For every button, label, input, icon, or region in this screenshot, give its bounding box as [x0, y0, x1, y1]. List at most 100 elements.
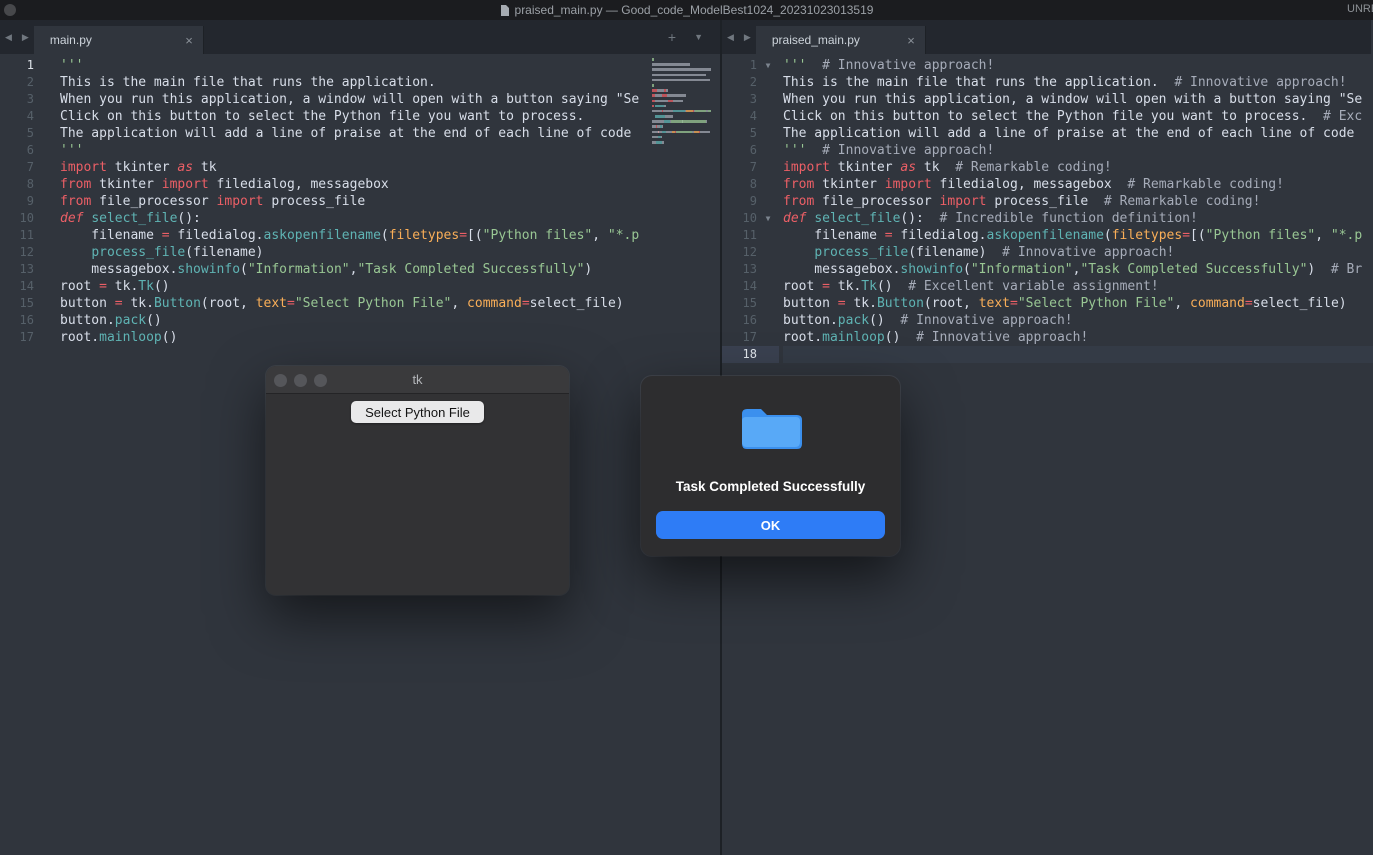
dialog-message: Task Completed Successfully: [676, 479, 866, 494]
code-line[interactable]: button = tk.Button(root, text="Select Py…: [60, 295, 650, 312]
code-line[interactable]: process_file(filename) # Innovative appr…: [783, 244, 1373, 261]
close-tab-icon[interactable]: ×: [907, 33, 915, 48]
code-line[interactable]: root = tk.Tk(): [60, 278, 650, 295]
code-line[interactable]: from file_processor import process_file …: [783, 193, 1373, 210]
code-line[interactable]: ''': [60, 142, 650, 159]
line-number: 13: [0, 261, 48, 278]
tab-overflow-icon[interactable]: ▼: [689, 20, 708, 54]
tab-actions: + ▼: [663, 20, 720, 54]
application-window: praised_main.py — Good_code_ModelBest102…: [0, 0, 1373, 855]
tk-window-title: tk: [412, 372, 422, 387]
code-line[interactable]: When you run this application, a window …: [60, 91, 650, 108]
line-number: 5: [722, 125, 779, 142]
fold-spacer: [757, 227, 779, 244]
code-line[interactable]: The application will add a line of prais…: [60, 125, 650, 142]
fold-spacer: [757, 346, 779, 363]
tab-praised-main-py[interactable]: praised_main.py ×: [756, 26, 926, 54]
minimap-line: [652, 79, 720, 84]
code-line[interactable]: from tkinter import filedialog, messageb…: [60, 176, 650, 193]
minimap-line: [652, 141, 720, 146]
code-line[interactable]: def select_file():: [60, 210, 650, 227]
line-number: 4: [722, 108, 779, 125]
line-number: 1: [0, 57, 48, 74]
code-line[interactable]: root = tk.Tk() # Excellent variable assi…: [783, 278, 1373, 295]
code-line[interactable]: This is the main file that runs the appl…: [60, 74, 650, 91]
tab-nav-back-icon[interactable]: ◀: [0, 20, 17, 54]
line-number: 4: [0, 108, 48, 125]
line-number: 11: [722, 227, 779, 244]
code-line[interactable]: messagebox.showinfo("Information","Task …: [60, 261, 650, 278]
right-tab-bar: ◀ ▶ praised_main.py ×: [720, 20, 1371, 54]
new-tab-icon[interactable]: +: [663, 20, 681, 54]
code-line[interactable]: import tkinter as tk: [60, 159, 650, 176]
line-number: 5: [0, 125, 48, 142]
code-line[interactable]: process_file(filename): [60, 244, 650, 261]
line-number: 7: [722, 159, 779, 176]
tab-nav-forward-icon[interactable]: ▶: [17, 20, 34, 54]
tk-minimize-icon[interactable]: [294, 374, 307, 387]
document-icon: [500, 5, 509, 16]
code-line[interactable]: ''': [60, 57, 650, 74]
line-number: 15: [722, 295, 779, 312]
code-line[interactable]: import tkinter as tk # Remarkable coding…: [783, 159, 1373, 176]
tk-titlebar: tk: [266, 366, 569, 394]
code-line[interactable]: button.pack(): [60, 312, 650, 329]
tab-strip: ◀ ▶ main.py × + ▼ ◀ ▶ praised_main.py ×: [0, 20, 1373, 54]
line-number: 12: [722, 244, 779, 261]
line-number: 17: [722, 329, 779, 346]
code-line[interactable]: filename = filedialog.askopenfilename(fi…: [783, 227, 1373, 244]
fold-spacer: [757, 193, 779, 210]
code-line[interactable]: button = tk.Button(root, text="Select Py…: [783, 295, 1373, 312]
fold-spacer: [757, 295, 779, 312]
code-line[interactable]: ''' # Innovative approach!: [783, 57, 1373, 74]
code-line[interactable]: root.mainloop() # Innovative approach!: [783, 329, 1373, 346]
code-line[interactable]: filename = filedialog.askopenfilename(fi…: [60, 227, 650, 244]
line-number: 13: [722, 261, 779, 278]
code-line[interactable]: When you run this application, a window …: [783, 91, 1373, 108]
tk-window: tk Select Python File: [266, 366, 569, 595]
fold-spacer: [757, 125, 779, 142]
line-number: 16: [0, 312, 48, 329]
fold-arrow-icon[interactable]: ▼: [757, 210, 779, 227]
line-number: 8: [722, 176, 779, 193]
code-line[interactable]: [783, 346, 1373, 363]
fold-arrow-icon[interactable]: ▼: [757, 57, 779, 74]
tab-main-py[interactable]: main.py ×: [34, 26, 204, 54]
tk-zoom-icon[interactable]: [314, 374, 327, 387]
fold-spacer: [757, 108, 779, 125]
select-python-file-button[interactable]: Select Python File: [351, 401, 484, 423]
fold-spacer: [757, 159, 779, 176]
code-line[interactable]: from tkinter import filedialog, messageb…: [783, 176, 1373, 193]
code-line[interactable]: ''' # Innovative approach!: [783, 142, 1373, 159]
line-number: 10: [0, 210, 48, 227]
fold-spacer: [757, 74, 779, 91]
code-line[interactable]: The application will add a line of prais…: [783, 125, 1373, 142]
tk-close-icon[interactable]: [274, 374, 287, 387]
line-number: 15: [0, 295, 48, 312]
fold-spacer: [757, 142, 779, 159]
line-number: 6: [722, 142, 779, 159]
line-number: 14: [722, 278, 779, 295]
tab-nav-back-icon[interactable]: ◀: [722, 20, 739, 54]
line-number: 17: [0, 329, 48, 346]
code-line[interactable]: def select_file(): # Incredible function…: [783, 210, 1373, 227]
code-line[interactable]: messagebox.showinfo("Information","Task …: [783, 261, 1373, 278]
tab-nav-forward-icon[interactable]: ▶: [739, 20, 756, 54]
code-line[interactable]: from file_processor import process_file: [60, 193, 650, 210]
code-line[interactable]: Click on this button to select the Pytho…: [60, 108, 650, 125]
close-tab-icon[interactable]: ×: [185, 33, 193, 48]
window-title: praised_main.py — Good_code_ModelBest102…: [0, 0, 1373, 20]
code-line[interactable]: root.mainloop(): [60, 329, 650, 346]
ok-button[interactable]: OK: [656, 511, 885, 539]
line-number: 9: [722, 193, 779, 210]
line-number: 18: [722, 346, 779, 363]
code-line[interactable]: Click on this button to select the Pytho…: [783, 108, 1373, 125]
line-number: 6: [0, 142, 48, 159]
code-line[interactable]: button.pack() # Innovative approach!: [783, 312, 1373, 329]
left-tab-bar: ◀ ▶ main.py × + ▼: [0, 20, 720, 54]
line-number: 11: [0, 227, 48, 244]
fold-spacer: [757, 176, 779, 193]
folder-icon: [739, 404, 803, 452]
line-number: 9: [0, 193, 48, 210]
code-line[interactable]: This is the main file that runs the appl…: [783, 74, 1373, 91]
